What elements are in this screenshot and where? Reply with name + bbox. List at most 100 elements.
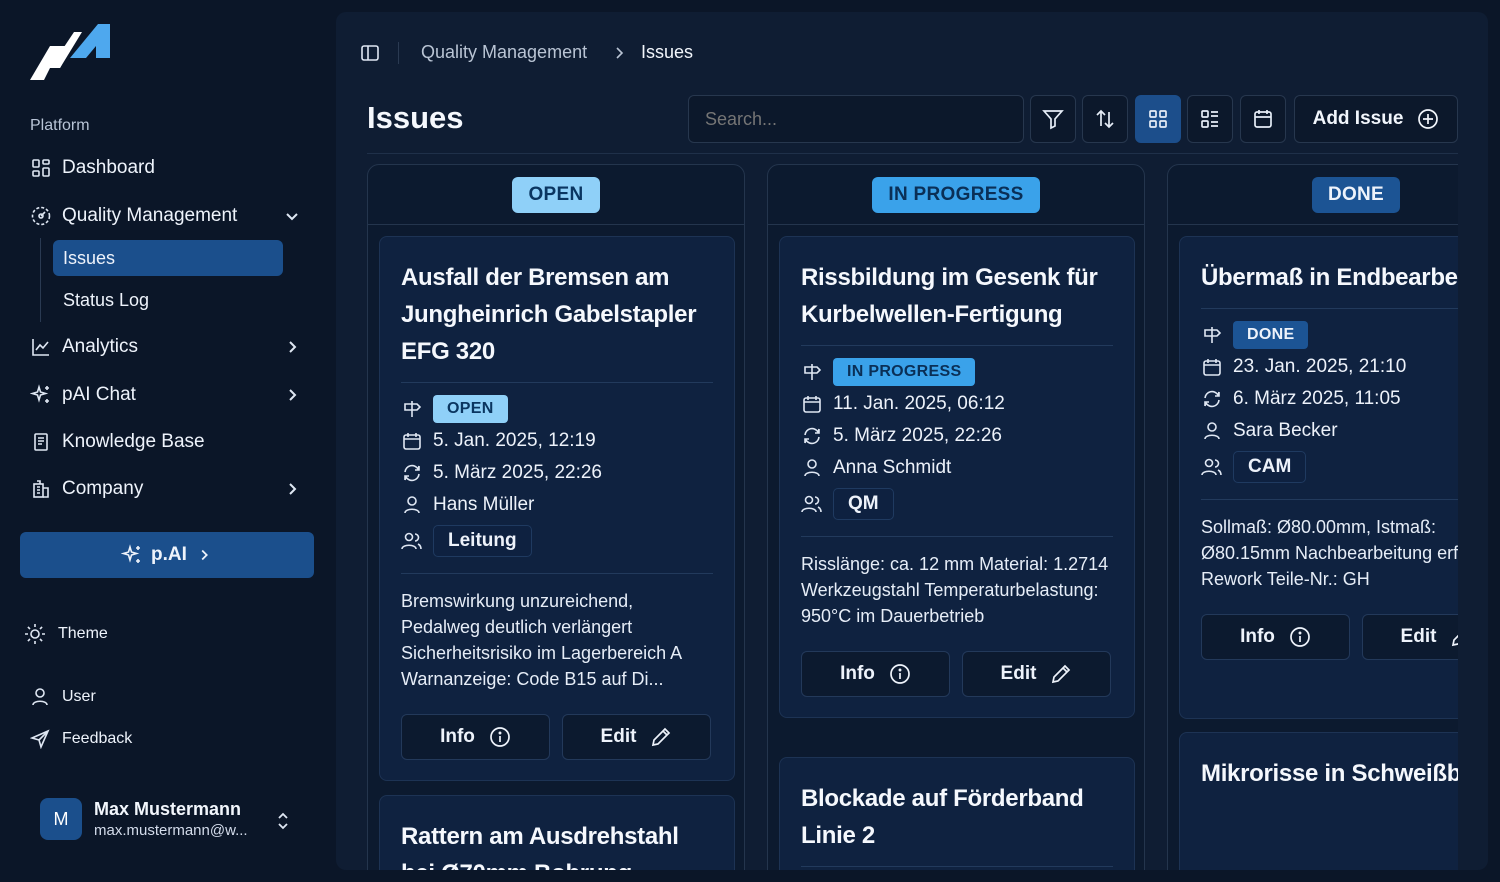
sidebar-item-company[interactable]: Company: [20, 469, 316, 509]
sun-icon: [25, 624, 45, 644]
team-tag: QM: [833, 488, 894, 520]
team-tag: CAM: [1233, 451, 1307, 483]
sidebar-item-label: pAI Chat: [62, 384, 136, 405]
column-in-progress: IN PROGRESS Rissbildung im Gesenk für Ku…: [767, 164, 1145, 870]
issue-card[interactable]: Blockade auf Förderband Linie 2: [779, 757, 1135, 870]
issue-created-row: 23. Jan. 2025, 21:10: [1201, 351, 1458, 383]
calendar-view-button[interactable]: [1240, 95, 1286, 143]
filter-icon: [1042, 110, 1064, 130]
issue-description: Sollmaß: Ø80.00mm, Istmaß: Ø80.15mm Nach…: [1201, 517, 1458, 589]
issue-created: 11. Jan. 2025, 06:12: [833, 393, 1005, 414]
issue-card[interactable]: Rissbildung im Gesenk für Kurbelwellen-F…: [779, 236, 1135, 718]
grid-view-button[interactable]: [1135, 95, 1181, 143]
issue-updated-row: 6. März 2025, 11:05: [1201, 383, 1458, 415]
sparkles-icon: [121, 544, 141, 563]
signpost-icon: [1201, 324, 1223, 346]
info-button[interactable]: Info: [401, 714, 550, 760]
edit-label: Edit: [1400, 626, 1437, 647]
list-view-button[interactable]: [1187, 95, 1233, 143]
sidebar-item-pai-chat[interactable]: pAI Chat: [20, 375, 316, 415]
quality-gauge-icon: [30, 205, 52, 227]
issue-title: Mikrorisse in Schweißbaugruppen für Träg…: [1201, 760, 1458, 787]
team-tag: Leitung: [433, 525, 532, 557]
column-header: DONE: [1168, 165, 1458, 225]
breadcrumb-parent[interactable]: Quality Management: [421, 42, 587, 63]
user-icon: [1201, 420, 1223, 442]
book-icon: [30, 431, 52, 453]
issue-created-row: 11. Jan. 2025, 06:12: [801, 388, 1113, 420]
search-input[interactable]: [688, 95, 1024, 143]
issue-created: 23. Jan. 2025, 21:10: [1233, 356, 1407, 377]
list-view-icon: [1201, 110, 1218, 128]
users-icon: [401, 530, 423, 552]
sidebar-item-knowledge-base[interactable]: Knowledge Base: [20, 422, 316, 462]
kanban-board: OPEN Ausfall der Bremsen am Jungheinrich…: [367, 164, 1458, 870]
chevron-right-icon[interactable]: [282, 337, 302, 357]
sidebar-item-dashboard[interactable]: Dashboard: [20, 148, 316, 188]
card-divider: [1201, 499, 1458, 500]
info-label: Info: [1240, 626, 1275, 647]
feedback-link[interactable]: Feedback: [30, 723, 132, 755]
column-status-label: OPEN: [512, 176, 600, 213]
issue-assignee: Hans Müller: [433, 494, 535, 515]
sidebar-toggle-icon[interactable]: [360, 43, 380, 63]
sort-button[interactable]: [1082, 95, 1128, 143]
chevron-up-down-icon[interactable]: [274, 810, 292, 832]
issue-title: Übermaß in Endbearbeitung an Kontur: [1201, 264, 1458, 291]
issue-card[interactable]: Rattern am Ausdrehstahl bei Ø70mm Bohrun…: [379, 795, 735, 870]
breadcrumb-current: Issues: [641, 42, 694, 62]
info-button[interactable]: Info: [801, 651, 950, 697]
info-label: Info: [440, 726, 475, 747]
issue-title: Rissbildung im Gesenk für Kurbelwellen-F…: [801, 264, 1098, 328]
refresh-icon: [801, 425, 823, 447]
chevron-right-icon[interactable]: [282, 385, 302, 405]
issue-card[interactable]: Übermaß in Endbearbeitung an Kontur DONE…: [1179, 236, 1458, 719]
issue-description: Bremswirkung unzureichend, Pedalweg deut…: [401, 591, 682, 689]
status-badge: IN PROGRESS: [833, 358, 976, 386]
users-icon: [801, 493, 823, 515]
card-divider: [401, 382, 713, 383]
issue-team-row: CAM: [1201, 447, 1458, 487]
status-badge: OPEN: [433, 395, 508, 423]
p-ai-logo[interactable]: [30, 24, 112, 82]
column-header: OPEN: [368, 165, 744, 225]
card-divider: [1201, 308, 1458, 309]
sidebar-item-label: Quality Management: [62, 205, 238, 226]
issue-status-row: OPEN: [401, 393, 713, 425]
sidebar-subitem-status-log[interactable]: Status Log: [53, 282, 283, 318]
pai-button[interactable]: p.AI: [20, 532, 314, 578]
issue-card[interactable]: Ausfall der Bremsen am Jungheinrich Gabe…: [379, 236, 735, 781]
user-link-label: User: [62, 688, 96, 705]
card-divider: [801, 536, 1113, 537]
sidebar-item-label: Company: [62, 478, 144, 499]
issue-title: Blockade auf Förderband Linie 2: [801, 785, 1084, 849]
theme-label: Theme: [58, 625, 108, 642]
refresh-icon: [401, 462, 423, 484]
issue-title: Rattern am Ausdrehstahl bei Ø70mm Bohrun…: [401, 823, 679, 870]
user-link[interactable]: User: [30, 681, 96, 713]
info-button[interactable]: Info: [1201, 614, 1350, 660]
edit-button[interactable]: Edit: [1362, 614, 1458, 660]
column-done: DONE Übermaß in Endbearbeitung an Kontur…: [1167, 164, 1458, 870]
edit-button[interactable]: Edit: [562, 714, 711, 760]
chevron-down-icon[interactable]: [282, 206, 302, 226]
sidebar-item-analytics[interactable]: Analytics: [20, 327, 316, 367]
edit-button[interactable]: Edit: [962, 651, 1111, 697]
sidebar: Platform Dashboard Quality Management Is…: [0, 0, 336, 882]
issue-card[interactable]: Mikrorisse in Schweißbaugruppen für Träg…: [1179, 732, 1458, 870]
chevron-right-icon[interactable]: [282, 479, 302, 499]
edit-label: Edit: [600, 726, 637, 747]
add-issue-button[interactable]: Add Issue: [1294, 95, 1458, 143]
info-icon: [490, 727, 510, 747]
chevron-right-icon: [616, 47, 624, 59]
sidebar-item-quality-management[interactable]: Quality Management: [20, 196, 316, 236]
sidebar-subitem-issues[interactable]: Issues: [53, 240, 283, 276]
card-actions: Info Edit: [801, 651, 1113, 697]
filter-button[interactable]: [1030, 95, 1076, 143]
signpost-icon: [801, 361, 823, 383]
status-badge: DONE: [1233, 321, 1309, 349]
user-menu[interactable]: M Max Mustermann max.mustermann@w...: [40, 798, 248, 840]
theme-toggle[interactable]: Theme: [24, 618, 108, 650]
card-divider: [801, 345, 1113, 346]
issue-description: Risslänge: ca. 12 mm Material: 1.2714 We…: [801, 554, 1109, 626]
